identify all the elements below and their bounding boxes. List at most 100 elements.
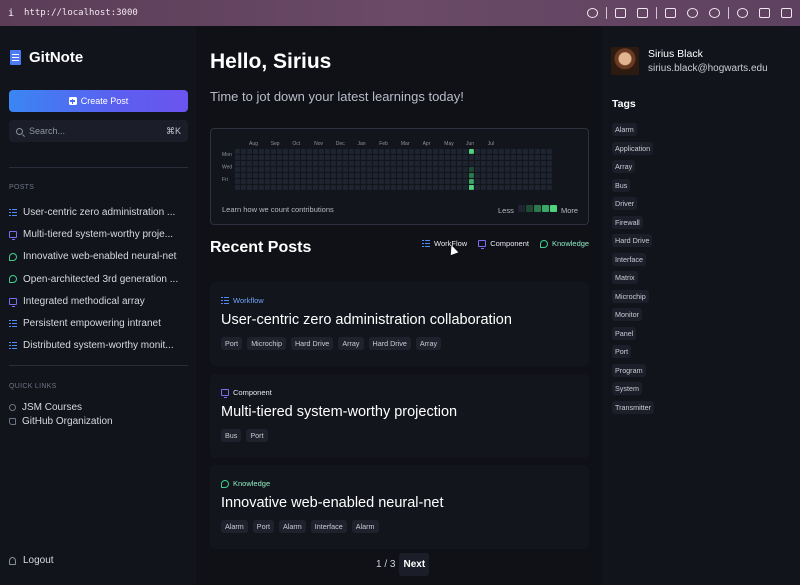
contribution-cell[interactable] [241, 179, 246, 184]
contribution-cell[interactable] [427, 167, 432, 172]
contribution-cell[interactable] [367, 179, 372, 184]
contribution-cell[interactable] [277, 155, 282, 160]
contribution-cell[interactable] [289, 161, 294, 166]
contribution-cell[interactable] [235, 167, 240, 172]
contribution-cell[interactable] [247, 155, 252, 160]
contribution-cell[interactable] [271, 167, 276, 172]
camera-icon[interactable] [637, 8, 648, 18]
contribution-cell[interactable] [517, 167, 522, 172]
logo[interactable]: GitNote [10, 49, 83, 66]
contribution-cell[interactable] [451, 185, 456, 190]
contribution-cell[interactable] [517, 161, 522, 166]
contribution-cell[interactable] [517, 173, 522, 178]
contribution-cell[interactable] [535, 155, 540, 160]
contribution-cell[interactable] [481, 167, 486, 172]
contribution-cell[interactable] [535, 179, 540, 184]
contribution-cell[interactable] [241, 155, 246, 160]
contribution-cell[interactable] [295, 185, 300, 190]
contribution-cell[interactable] [241, 167, 246, 172]
contribution-cell[interactable] [547, 185, 552, 190]
contribution-cell[interactable] [481, 173, 486, 178]
contribution-cell[interactable] [271, 179, 276, 184]
url-bar[interactable]: http://localhost:3000 [24, 8, 138, 18]
contribution-cell[interactable] [367, 185, 372, 190]
contribution-cell[interactable] [403, 149, 408, 154]
contribution-cell[interactable] [505, 179, 510, 184]
contribution-cell[interactable] [373, 173, 378, 178]
contribution-cell[interactable] [295, 149, 300, 154]
contribution-cell[interactable] [385, 155, 390, 160]
post-tag[interactable]: Alarm [221, 520, 248, 533]
contribution-cell[interactable] [235, 155, 240, 160]
contribution-cell[interactable] [445, 173, 450, 178]
sync-icon[interactable] [759, 8, 770, 18]
contribution-cell[interactable] [289, 185, 294, 190]
contribution-cell[interactable] [463, 167, 468, 172]
contribution-cell[interactable] [319, 185, 324, 190]
contribution-cell[interactable] [283, 167, 288, 172]
contribution-cell[interactable] [415, 149, 420, 154]
contribution-cell[interactable] [385, 179, 390, 184]
contribution-cell[interactable] [541, 167, 546, 172]
contribution-cell[interactable] [385, 161, 390, 166]
contribution-cell[interactable] [313, 167, 318, 172]
contribution-cell[interactable] [499, 179, 504, 184]
contribution-cell[interactable] [247, 167, 252, 172]
contribution-cell[interactable] [355, 179, 360, 184]
contribution-cell[interactable] [457, 167, 462, 172]
contribution-cell[interactable] [535, 185, 540, 190]
quick-link-jsm[interactable]: JSM Courses [9, 400, 113, 414]
contribution-cell[interactable] [481, 155, 486, 160]
contribution-cell[interactable] [319, 167, 324, 172]
contribution-cell[interactable] [493, 161, 498, 166]
contribution-cell[interactable] [487, 167, 492, 172]
contribution-cell[interactable] [277, 161, 282, 166]
post-tag[interactable]: Port [221, 337, 243, 350]
contribution-cell[interactable] [529, 155, 534, 160]
contribution-cell[interactable] [277, 149, 282, 154]
contribution-cell[interactable] [415, 155, 420, 160]
contribution-cell[interactable] [265, 179, 270, 184]
contribution-cell[interactable] [511, 155, 516, 160]
post-tag[interactable]: Alarm [278, 520, 306, 533]
contribution-cell[interactable] [505, 173, 510, 178]
contribution-cell[interactable] [313, 149, 318, 154]
contribution-cell[interactable] [487, 185, 492, 190]
contribution-cell[interactable] [385, 173, 390, 178]
contribution-cell[interactable] [265, 161, 270, 166]
contribution-cell[interactable] [337, 161, 342, 166]
contribution-cell[interactable] [301, 185, 306, 190]
contribution-cell[interactable] [439, 161, 444, 166]
contribution-cell[interactable] [313, 173, 318, 178]
contribution-cell[interactable] [367, 155, 372, 160]
tag-item[interactable]: Alarm [612, 123, 637, 136]
contribution-cell[interactable] [361, 167, 366, 172]
contribution-cell[interactable] [241, 185, 246, 190]
contribution-cell[interactable] [295, 173, 300, 178]
contribution-cell[interactable] [355, 167, 360, 172]
contribution-cell[interactable] [511, 149, 516, 154]
contribution-cell[interactable] [415, 167, 420, 172]
contribution-cell[interactable] [271, 173, 276, 178]
contribution-cell[interactable] [361, 185, 366, 190]
contribution-cell[interactable] [331, 155, 336, 160]
contribution-cell[interactable] [253, 173, 258, 178]
contribution-cell[interactable] [343, 185, 348, 190]
contribution-cell[interactable] [391, 149, 396, 154]
contribution-cell[interactable] [481, 149, 486, 154]
quick-link-github[interactable]: GitHub Organization [9, 414, 113, 428]
avatar[interactable] [611, 47, 639, 75]
sidebar-post-item[interactable]: Open-architected 3rd generation ... [9, 268, 189, 290]
filter-workflow[interactable]: WorkFlow [422, 239, 467, 248]
contribution-cell[interactable] [253, 179, 258, 184]
contribution-cell[interactable] [301, 161, 306, 166]
contribution-cell[interactable] [493, 155, 498, 160]
contribution-cell[interactable] [421, 155, 426, 160]
contribution-cell[interactable] [241, 149, 246, 154]
contribution-cell[interactable] [259, 149, 264, 154]
contribution-cell[interactable] [439, 179, 444, 184]
contribution-cell[interactable] [511, 179, 516, 184]
contribution-cell[interactable] [295, 161, 300, 166]
contribution-cell[interactable] [541, 149, 546, 154]
contribution-cell[interactable] [289, 149, 294, 154]
